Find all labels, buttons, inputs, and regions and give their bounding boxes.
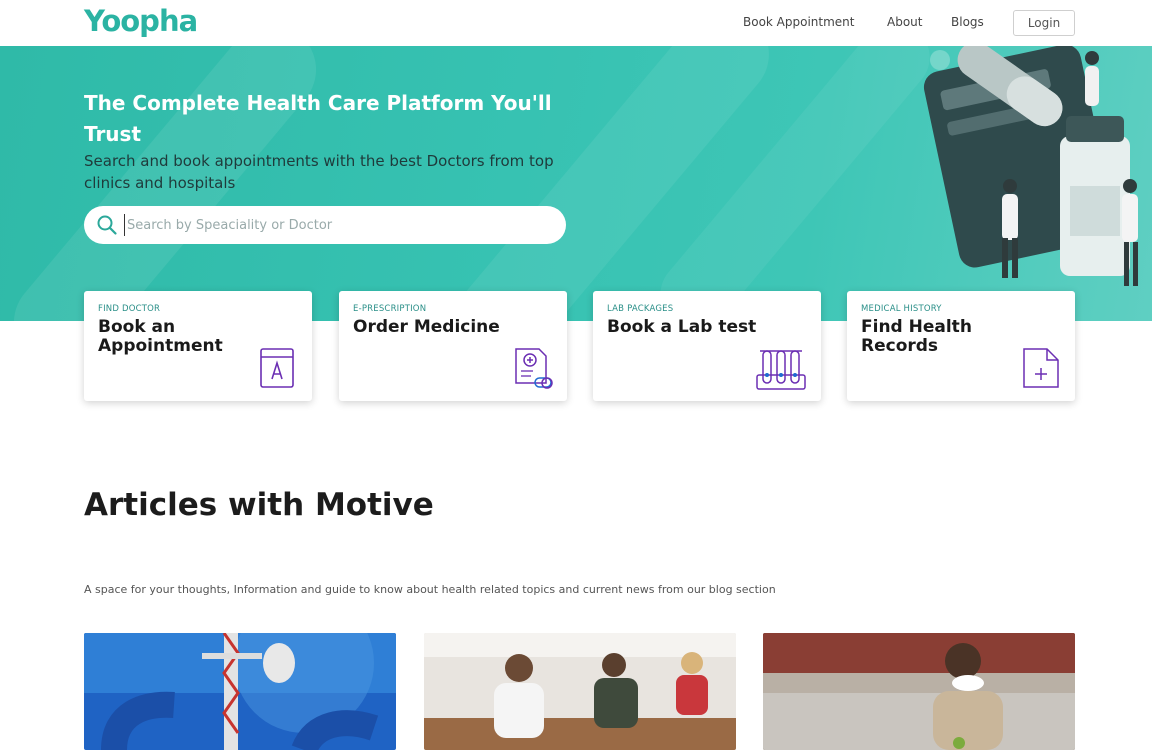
top-nav: Yoopha Book Appointment About Blogs Logi… [0, 0, 1152, 46]
card-find-doctor[interactable]: FIND DOCTOR Book an Appointment [84, 291, 312, 401]
card-tag: FIND DOCTOR [98, 304, 161, 314]
search-icon [97, 215, 117, 235]
card-tag: LAB PACKAGES [607, 304, 674, 314]
add-document-icon [1023, 348, 1059, 388]
card-tag: E-PRESCRIPTION [353, 304, 427, 314]
card-title: Order Medicine [353, 317, 500, 337]
card-tag: MEDICAL HISTORY [861, 304, 942, 314]
health-illustration [923, 46, 1138, 286]
card-medical-history[interactable]: MEDICAL HISTORY Find Health Records [847, 291, 1075, 401]
yoga-class-image [424, 633, 736, 750]
prescription-icon [515, 348, 553, 389]
hero-banner: The Complete Health Care Platform You'll… [0, 46, 1152, 321]
articles-heading: Articles with Motive [84, 487, 434, 523]
article-card-5g[interactable] [84, 633, 396, 750]
login-button[interactable]: Login [1013, 10, 1075, 36]
nav-about[interactable]: About [887, 15, 922, 29]
hero-title: The Complete Health Care Platform You'll… [84, 91, 552, 146]
card-title: Find Health Records [861, 317, 972, 356]
test-tubes-icon [756, 350, 806, 390]
nav-blogs[interactable]: Blogs [951, 15, 984, 29]
masked-shopper-image [763, 633, 1075, 750]
logo[interactable]: Yoopha [84, 4, 198, 38]
articles-description: A space for your thoughts, Information a… [84, 583, 776, 596]
card-title: Book a Lab test [607, 317, 757, 337]
hero-subtitle: Search and book appointments with the be… [84, 152, 554, 192]
article-card-yoga[interactable] [424, 633, 736, 750]
nav-book-appointment[interactable]: Book Appointment [743, 15, 855, 29]
card-lab-packages[interactable]: LAB PACKAGES Book a Lab test [593, 291, 821, 401]
appointment-book-icon [260, 348, 294, 388]
article-card-shopper[interactable] [763, 633, 1075, 750]
search-input[interactable] [124, 214, 544, 236]
search-bar[interactable] [84, 206, 566, 244]
card-title: Book an Appointment [98, 317, 223, 356]
5g-tower-image [84, 633, 396, 750]
card-e-prescription[interactable]: E-PRESCRIPTION Order Medicine [339, 291, 567, 401]
